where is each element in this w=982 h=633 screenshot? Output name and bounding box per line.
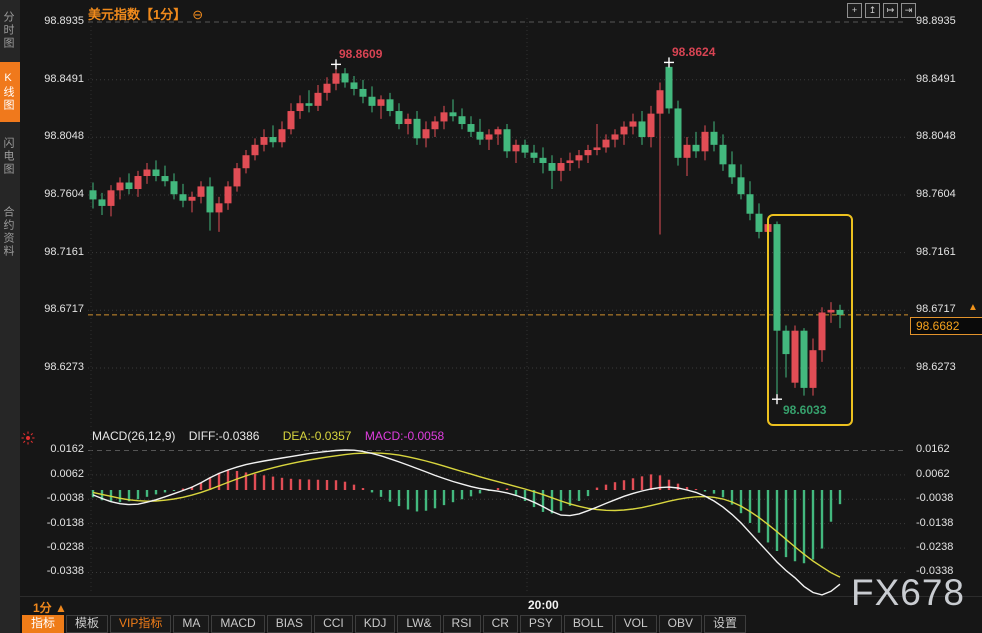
tab-PSY[interactable]: PSY [520, 615, 562, 633]
chart-canvas[interactable] [0, 0, 982, 633]
price-axis-label-right: 98.8935 [916, 15, 956, 27]
macd-axis-label-right: 0.0162 [916, 443, 950, 455]
macd-axis-label-left: 0.0162 [18, 443, 84, 455]
macd-axis-label-right: -0.0238 [916, 541, 953, 553]
price-axis-label-left: 98.8048 [18, 130, 84, 142]
price-axis-label-right: 98.7161 [916, 246, 956, 258]
tab-OBV[interactable]: OBV [659, 615, 702, 633]
tab-KDJ[interactable]: KDJ [355, 615, 396, 633]
macd-value: MACD:-0.0058 [365, 429, 444, 443]
panel-divider [20, 596, 982, 597]
current-price-label: 98.6682 [910, 317, 982, 335]
macd-header: MACD(26,12,9) DIFF:-0.0386 DEA:-0.0357 M… [92, 429, 454, 443]
price-axis-label-left: 98.8935 [18, 15, 84, 27]
price-axis-label-left: 98.8491 [18, 73, 84, 85]
interval-selector[interactable]: 1分 ▲ [33, 599, 67, 616]
diff-value: DIFF:-0.0386 [189, 429, 260, 443]
price-axis-label-left: 98.7604 [18, 188, 84, 200]
macd-axis-label-left: -0.0338 [18, 565, 84, 577]
tab-CCI[interactable]: CCI [314, 615, 353, 633]
tab-模板[interactable]: 模板 [66, 615, 108, 633]
indicator-tab-bar: 指标模板VIP指标MAMACDBIASCCIKDJLW&RSICRPSYBOLL… [22, 615, 746, 633]
macd-formula: MACD(26,12,9) DIFF:-0.0386 [92, 429, 269, 443]
highlight-box [768, 215, 852, 425]
tab-VIP指标[interactable]: VIP指标 [110, 615, 171, 633]
tab-BOLL[interactable]: BOLL [564, 615, 613, 633]
price-axis-label-right: 98.6717 [916, 303, 956, 315]
candles-layer [90, 62, 844, 399]
price-axis-label-right: 98.6273 [916, 361, 956, 373]
price-gridlines [88, 18, 906, 594]
tab-BIAS[interactable]: BIAS [267, 615, 312, 633]
dropdown-arrow-icon: ▲ [55, 601, 67, 615]
diff-line [93, 450, 840, 595]
price-axis-label-right: 98.8048 [916, 130, 956, 142]
price-up-arrow-icon: ▲ [968, 302, 978, 313]
tab-LW&[interactable]: LW& [397, 615, 440, 633]
price-axis-label-left: 98.6717 [18, 303, 84, 315]
price-axis-label-right: 98.8491 [916, 73, 956, 85]
tab-VOL[interactable]: VOL [615, 615, 657, 633]
price-axis-label-left: 98.6273 [18, 361, 84, 373]
time-axis-label: 20:00 [528, 598, 559, 612]
tab-MA[interactable]: MA [173, 615, 209, 633]
macd-axis-label-right: -0.0138 [916, 517, 953, 529]
macd-axis-label-left: -0.0238 [18, 541, 84, 553]
price-axis-label-right: 98.7604 [916, 188, 956, 200]
tab-指标[interactable]: 指标 [22, 615, 64, 633]
macd-axis-label-left: 0.0062 [18, 468, 84, 480]
macd-axis-label-right: -0.0038 [916, 492, 953, 504]
trading-app-window: 分时图K线图闪电图合约资料 美元指数【1分】⊖ +↥↦⇥ 98.8609 98.… [0, 0, 982, 633]
low-annotation: 98.6033 [783, 403, 826, 417]
dea-value: DEA:-0.0357 [283, 429, 352, 443]
high-annotation-1: 98.8609 [339, 47, 382, 61]
tab-RSI[interactable]: RSI [443, 615, 481, 633]
high-annotation-2: 98.8624 [672, 45, 715, 59]
price-axis-label-left: 98.7161 [18, 246, 84, 258]
macd-layer [93, 450, 840, 595]
dea-line [93, 453, 840, 577]
macd-axis-label-right: -0.0338 [916, 565, 953, 577]
low-cross-marker [772, 394, 782, 404]
macd-axis-label-left: -0.0038 [18, 492, 84, 504]
tab-CR[interactable]: CR [483, 615, 518, 633]
tab-设置[interactable]: 设置 [704, 615, 746, 633]
watermark: FX678 [851, 572, 965, 614]
macd-axis-label-right: 0.0062 [916, 468, 950, 480]
macd-axis-label-left: -0.0138 [18, 517, 84, 529]
tab-MACD[interactable]: MACD [211, 615, 264, 633]
